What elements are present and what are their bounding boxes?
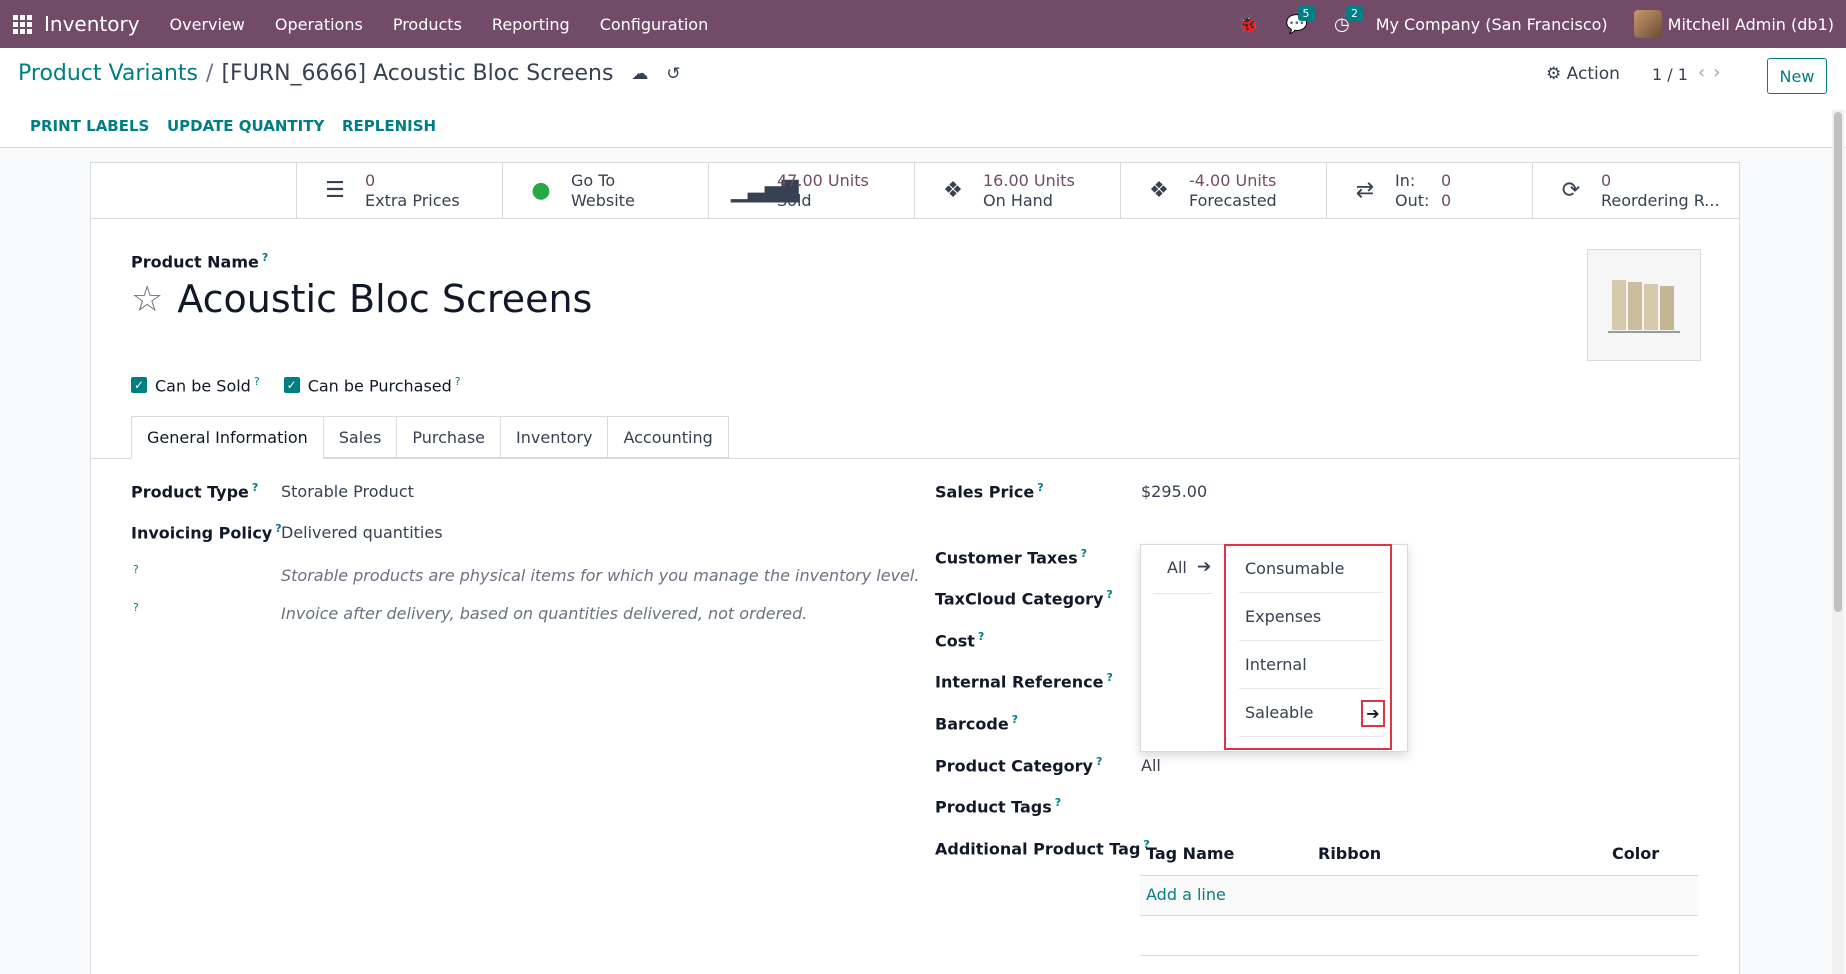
- user-avatar[interactable]: [1633, 10, 1662, 38]
- sales-price-field[interactable]: $295.00: [1141, 482, 1207, 501]
- header-tag-name[interactable]: Tag Name: [1146, 844, 1234, 863]
- product-tags-label: Product Tags?: [935, 796, 1062, 817]
- customer-taxes-label: Customer Taxes?: [935, 547, 1088, 568]
- exchange-arrows-icon: ⇄: [1355, 178, 1375, 203]
- cubes-icon: ❖: [1149, 178, 1169, 203]
- nav-operations[interactable]: Operations: [275, 15, 363, 34]
- replenish-button[interactable]: REPLENISH: [342, 117, 436, 135]
- pager-value[interactable]: 1 / 1: [1652, 65, 1688, 84]
- header-color[interactable]: Color: [1612, 844, 1659, 863]
- product-type-help: Storable products are physical items for…: [281, 566, 920, 585]
- on-hand-button[interactable]: ❖ 16.00 Units On Hand: [915, 163, 1121, 218]
- product-type-field[interactable]: Storable Product: [281, 482, 414, 501]
- nav-products[interactable]: Products: [393, 15, 462, 34]
- product-title: ☆ Acoustic Bloc Screens: [131, 277, 592, 321]
- breadcrumb-separator: /: [206, 61, 214, 86]
- saleable-arrow-right-icon[interactable]: ➔: [1361, 700, 1385, 727]
- table-row: Add a line: [1140, 876, 1698, 916]
- breadcrumb-product-variants[interactable]: Product Variants: [18, 61, 198, 86]
- can-be-sold-label: Can be Sold?: [155, 375, 260, 396]
- add-a-line-link[interactable]: Add a line: [1146, 885, 1226, 904]
- control-panel: Product Variants / [FURN_6666] Acoustic …: [0, 48, 1846, 104]
- breadcrumb-current: [FURN_6666] Acoustic Bloc Screens: [221, 61, 614, 86]
- activities-clock-icon[interactable]: ◷ 2: [1334, 5, 1363, 35]
- extra-prices-button[interactable]: ☰ 0 Extra Prices: [297, 163, 503, 218]
- can-be-sold-checkbox[interactable]: ✓: [131, 377, 147, 394]
- new-button[interactable]: New: [1767, 58, 1827, 94]
- arrow-right-icon[interactable]: ➔: [1197, 557, 1211, 577]
- taxcloud-category-label: TaxCloud Category?: [935, 588, 1113, 609]
- activities-badge: 2: [1345, 5, 1363, 21]
- debug-bug-icon[interactable]: 🐞: [1237, 14, 1259, 35]
- product-category-field[interactable]: All: [1141, 756, 1161, 775]
- app-brand[interactable]: Inventory: [44, 12, 140, 36]
- apps-menu-icon[interactable]: [0, 0, 44, 48]
- breadcrumb: Product Variants / [FURN_6666] Acoustic …: [18, 61, 681, 86]
- globe-icon: ●: [531, 178, 551, 203]
- table-header: Tag Name Ribbon Color: [1140, 838, 1698, 876]
- user-menu[interactable]: Mitchell Admin (db1): [1668, 15, 1834, 34]
- product-name-label: Product Name?: [131, 251, 269, 272]
- product-tag-table: Tag Name Ribbon Color Add a line: [1140, 838, 1698, 956]
- action-label: Action: [1566, 64, 1620, 84]
- top-navbar: Inventory Overview Operations Products R…: [0, 0, 1846, 48]
- nav-overview[interactable]: Overview: [170, 15, 245, 34]
- nav-reporting[interactable]: Reporting: [492, 15, 570, 34]
- in-out-button[interactable]: ⇄ In: 0 Out: 0: [1327, 163, 1533, 218]
- help-tooltip-icon[interactable]: ?: [133, 601, 139, 614]
- can-be-purchased-label: Can be Purchased?: [307, 375, 461, 396]
- status-button-bar: PRINT LABELS UPDATE QUANTITY REPLENISH: [0, 104, 1846, 148]
- signal-bars-icon: ▁▃▅▇: [731, 178, 799, 203]
- nav-configuration[interactable]: Configuration: [600, 15, 709, 34]
- discard-undo-icon[interactable]: ↺: [666, 64, 680, 84]
- forecasted-button[interactable]: ❖ -4.00 Units Forecasted: [1121, 163, 1327, 218]
- header-ribbon[interactable]: Ribbon: [1318, 844, 1381, 863]
- chevron-left-icon[interactable]: ‹: [1698, 62, 1713, 83]
- sale-purchase-checkboxes: ✓ Can be Sold? ✓ Can be Purchased?: [131, 375, 485, 395]
- go-to-website-button[interactable]: ● Go To Website: [503, 163, 709, 218]
- product-type-label: Product Type?: [131, 481, 259, 502]
- tab-sales[interactable]: Sales: [323, 416, 398, 458]
- star-favorite-icon[interactable]: ☆: [131, 279, 163, 320]
- invoicing-policy-label: Invoicing Policy?: [131, 522, 282, 543]
- gear-icon: ⚙: [1546, 64, 1562, 84]
- internal-reference-label: Internal Reference?: [935, 671, 1113, 692]
- product-image[interactable]: [1587, 249, 1701, 361]
- product-category-label: Product Category?: [935, 755, 1103, 776]
- tab-accounting[interactable]: Accounting: [608, 416, 729, 458]
- scrollbar-thumb[interactable]: [1834, 112, 1842, 612]
- messages-icon[interactable]: 💬 5: [1286, 5, 1315, 35]
- refresh-icon: ⟳: [1561, 178, 1581, 203]
- company-switcher[interactable]: My Company (San Francisco): [1376, 15, 1608, 34]
- acoustic-screen-image: [1608, 280, 1680, 333]
- tab-inventory[interactable]: Inventory: [501, 416, 609, 458]
- reordering-rules-button[interactable]: ⟳ 0 Reordering R...: [1533, 163, 1739, 218]
- cost-label: Cost?: [935, 630, 985, 651]
- smart-button-box: ☰ 0 Extra Prices ● Go To Website ▁▃▅▇ 47.0…: [91, 163, 1739, 219]
- tab-general-information[interactable]: General Information: [131, 416, 324, 459]
- product-name-field[interactable]: Acoustic Bloc Screens: [177, 277, 592, 321]
- invoicing-policy-help: Invoice after delivery, based on quantit…: [281, 604, 808, 623]
- can-be-purchased-checkbox[interactable]: ✓: [283, 377, 300, 394]
- chevron-right-icon[interactable]: ›: [1713, 62, 1728, 83]
- print-labels-button[interactable]: PRINT LABELS: [30, 117, 149, 135]
- notebook-tabs: General Information Sales Purchase Inven…: [131, 416, 729, 459]
- pager-arrows: ‹›: [1698, 62, 1728, 83]
- update-quantity-button[interactable]: UPDATE QUANTITY: [167, 117, 324, 135]
- messages-badge: 5: [1297, 5, 1315, 21]
- table-row: [1140, 916, 1698, 956]
- action-menu[interactable]: ⚙ Action: [1546, 64, 1620, 84]
- additional-product-tag-label: Additional Product Tag?: [935, 838, 1150, 859]
- help-tooltip-icon[interactable]: ?: [262, 251, 268, 264]
- dropdown-parent-all[interactable]: All: [1167, 558, 1187, 577]
- list-icon: ☰: [325, 178, 345, 203]
- invoicing-policy-field[interactable]: Delivered quantities: [281, 523, 443, 542]
- help-tooltip-icon[interactable]: ?: [133, 563, 139, 576]
- cubes-icon: ❖: [943, 178, 963, 203]
- tab-purchase[interactable]: Purchase: [397, 416, 502, 458]
- barcode-label: Barcode?: [935, 713, 1019, 734]
- sold-button[interactable]: ▁▃▅▇ 47.00 Units Sold: [709, 163, 915, 218]
- cloud-save-icon[interactable]: ☁: [631, 64, 648, 84]
- sales-price-label: Sales Price?: [935, 481, 1044, 502]
